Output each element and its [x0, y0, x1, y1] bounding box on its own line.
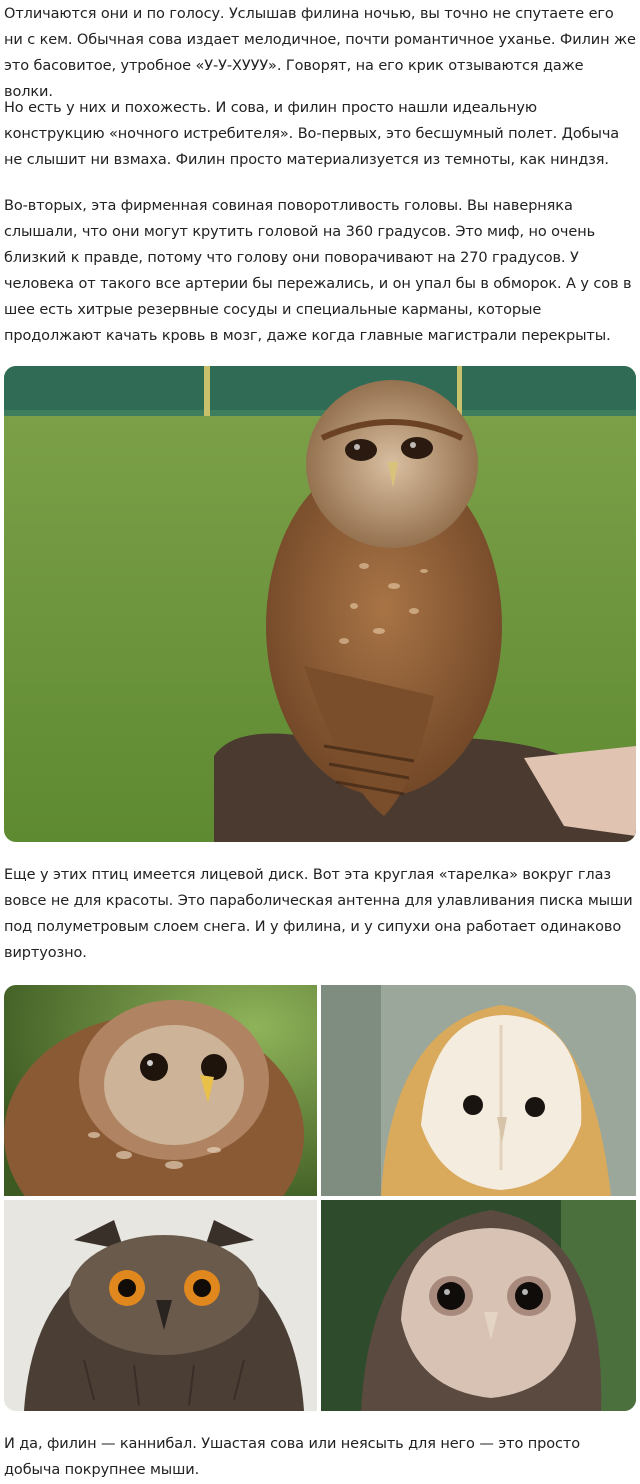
- tawny-owl-photo: [4, 366, 636, 842]
- paragraph-voice: Отличаются они и по голосу. Услышав фили…: [4, 6, 636, 100]
- barn-owl-photo: [321, 985, 636, 1196]
- paragraph-facial-disc: Еще у этих птиц имеется лицевой диск. Во…: [4, 867, 633, 961]
- masked-owl-photo: [321, 1200, 636, 1411]
- tawny-owl-closeup-photo: [4, 985, 317, 1196]
- paragraph-head-rotation: Во-вторых, эта фирменная совиная поворот…: [4, 198, 632, 344]
- paragraph-cannibal: И да, филин — каннибал. Ушастая сова или…: [4, 1436, 580, 1478]
- paragraph-similarity: Но есть у них и похожесть. И сова, и фил…: [4, 100, 620, 168]
- owl-face-grid: [4, 985, 636, 1411]
- eagle-owl-photo: [4, 1200, 317, 1411]
